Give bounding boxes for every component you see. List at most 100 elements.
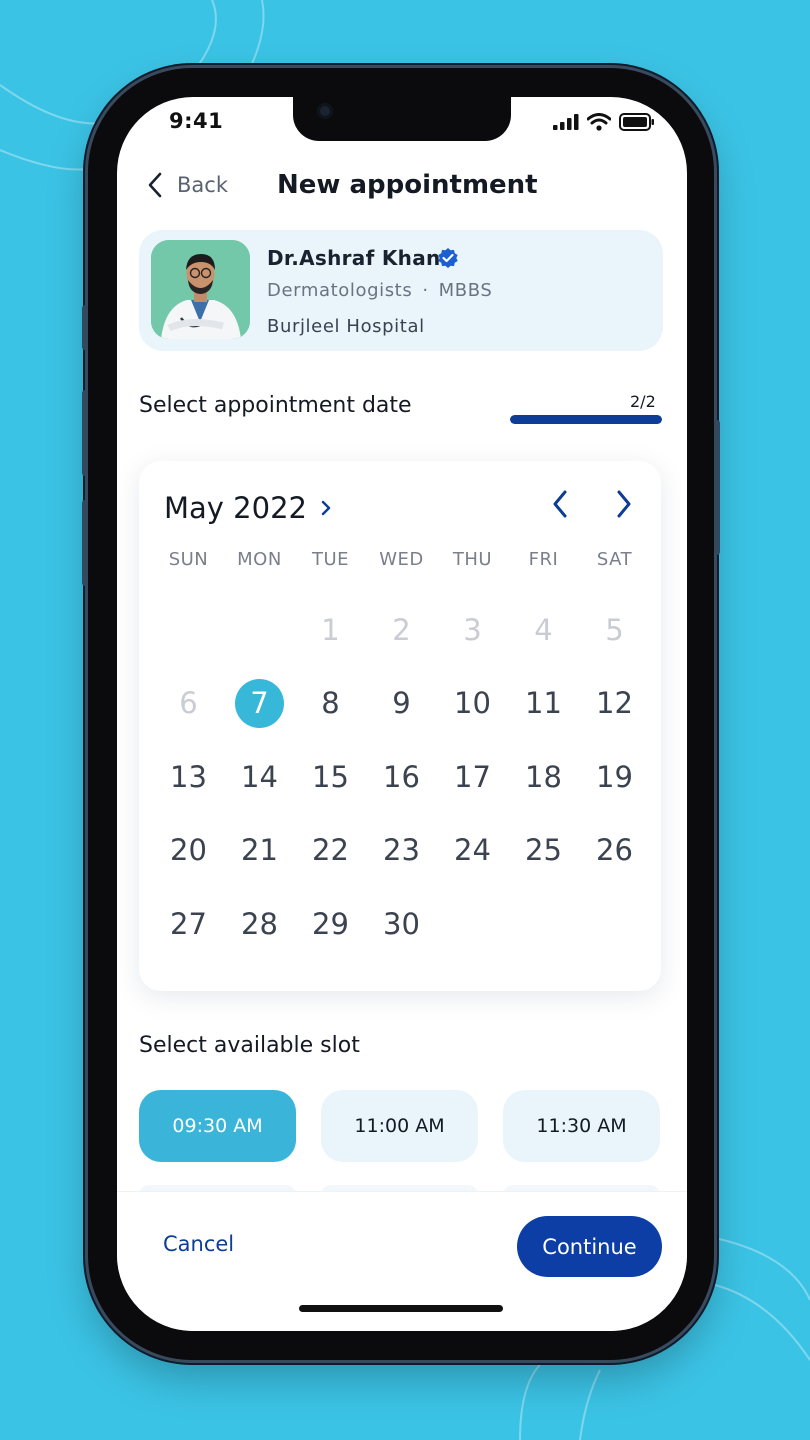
calendar-day-number: 3 [463,612,482,647]
calendar-day: 5 [579,593,650,667]
doctor-hospital: Burjleel Hospital [267,316,425,337]
calendar-day[interactable]: 12 [579,667,650,741]
calendar-day[interactable]: 13 [153,740,224,814]
calendar-day[interactable]: 25 [508,814,579,888]
calendar-day[interactable]: 10 [437,667,508,741]
action-footer: Cancel Continue [117,1191,687,1331]
calendar-day-number: 27 [170,906,207,941]
status-icons [553,113,655,131]
calendar-day-number: 8 [321,686,340,721]
weekday-fri: FRI [528,549,559,570]
calendar-day[interactable]: 9 [366,667,437,741]
calendar-day[interactable]: 19 [579,740,650,814]
step-progress-bar [510,415,662,424]
calendar-day[interactable]: 24 [437,814,508,888]
calendar-day[interactable]: 18 [508,740,579,814]
calendar-day[interactable]: 16 [366,740,437,814]
weekday-thu: THU [452,549,493,570]
time-slot[interactable]: 11:00 AM [321,1090,478,1162]
calendar-day: 2 [366,593,437,667]
calendar-day-number: 1 [321,612,340,647]
phone-silent-switch [82,305,88,350]
calendar-day-number: 25 [525,833,562,868]
calendar-day-number: 23 [383,833,420,868]
doctor-avatar [151,240,250,339]
doctor-specialty: Dermatologists [267,280,413,301]
calendar-day: 3 [437,593,508,667]
calendar-day-number: 16 [383,759,420,794]
doctor-specialty-row: Dermatologists · MBBS [267,280,492,301]
calendar-day-grid: 1 2 3 4 5 6 7 8 9 10 11 12 13 14 15 16 17 18 19 20 21 22 23 24 2… [153,593,649,961]
calendar-day[interactable]: 30 [366,887,437,961]
calendar-day: 4 [508,593,579,667]
calendar-day-selected[interactable]: 7 [224,667,295,741]
weekday-wed: WED [379,549,424,570]
calendar-day-number: 5 [605,612,624,647]
calendar-day-number: 21 [241,833,278,868]
status-time: 9:41 [169,109,224,133]
battery-icon [619,113,654,131]
time-slot-selected[interactable]: 09:30 AM [139,1090,296,1162]
calendar-day-number: 4 [534,612,553,647]
calendar-day[interactable]: 28 [224,887,295,961]
weekday-header: SUN MON TUE WED THU FRI SAT [153,549,649,570]
wifi-icon [587,113,611,131]
doctor-card[interactable]: Dr.Ashraf Khan Dermatologists · MBBS Bur… [139,230,663,351]
calendar-day-number: 20 [170,833,207,868]
calendar-day[interactable]: 22 [295,814,366,888]
previous-month-icon[interactable] [551,489,569,519]
slot-section-label: Select available slot [139,1033,360,1058]
app-screen: 9:41 Back New appointment Dr.Ashraf Khan… [117,97,687,1331]
calendar-day-number: 11 [525,686,562,721]
calendar-day[interactable]: 15 [295,740,366,814]
calendar-day-number: 30 [383,906,420,941]
doctor-name: Dr.Ashraf Khan [267,246,441,270]
continue-button[interactable]: Continue [517,1216,662,1277]
calendar-day-number: 9 [392,686,411,721]
phone-power-button [714,420,720,555]
calendar: May 2022 SUN MON TUE WED THU FRI SAT 123456789… [139,461,661,991]
calendar-day[interactable]: 11 [508,667,579,741]
calendar-day[interactable]: 14 [224,740,295,814]
calendar-day-number: 22 [312,833,349,868]
calendar-day-number: 24 [454,833,491,868]
calendar-day-number: 7 [235,678,284,728]
weekday-sun: SUN [168,549,209,570]
calendar-day[interactable]: 8 [295,667,366,741]
phone-volume-up [82,390,88,476]
doctor-degree: MBBS [438,280,493,301]
calendar-day-number: 2 [392,612,411,647]
calendar-day-number: 14 [241,759,278,794]
calendar-day[interactable]: 21 [224,814,295,888]
calendar-day[interactable]: 20 [153,814,224,888]
calendar-day[interactable]: 17 [437,740,508,814]
calendar-day[interactable]: 26 [579,814,650,888]
calendar-day-number: 12 [596,686,633,721]
calendar-day-number: 19 [596,759,633,794]
weekday-tue: TUE [311,549,350,570]
next-month-icon[interactable] [615,489,633,519]
back-button[interactable]: Back [147,171,228,199]
weekday-sat: SAT [596,549,633,570]
calendar-day-number: 13 [170,759,207,794]
calendar-day-number: 18 [525,759,562,794]
home-indicator [299,1305,503,1312]
notch [293,97,511,141]
calendar-day-number: 29 [312,906,349,941]
chevron-right-small-icon [321,500,331,516]
calendar-day[interactable]: 29 [295,887,366,961]
month-selector[interactable]: May 2022 [164,491,331,525]
cancel-button[interactable]: Cancel [163,1232,234,1256]
back-label: Back [177,173,228,197]
date-section-label: Select appointment date [139,393,412,418]
calendar-day[interactable]: 23 [366,814,437,888]
calendar-day[interactable]: 27 [153,887,224,961]
calendar-day: 1 [295,593,366,667]
phone-volume-down [82,500,88,586]
front-camera [317,103,333,119]
time-slot[interactable]: 11:30 AM [503,1090,660,1162]
month-label: May 2022 [164,491,307,525]
time-slot-list: 09:30 AM 11:00 AM 11:30 AM [139,1090,660,1162]
calendar-blank-cell [153,593,224,667]
step-progress-fill [510,415,662,424]
